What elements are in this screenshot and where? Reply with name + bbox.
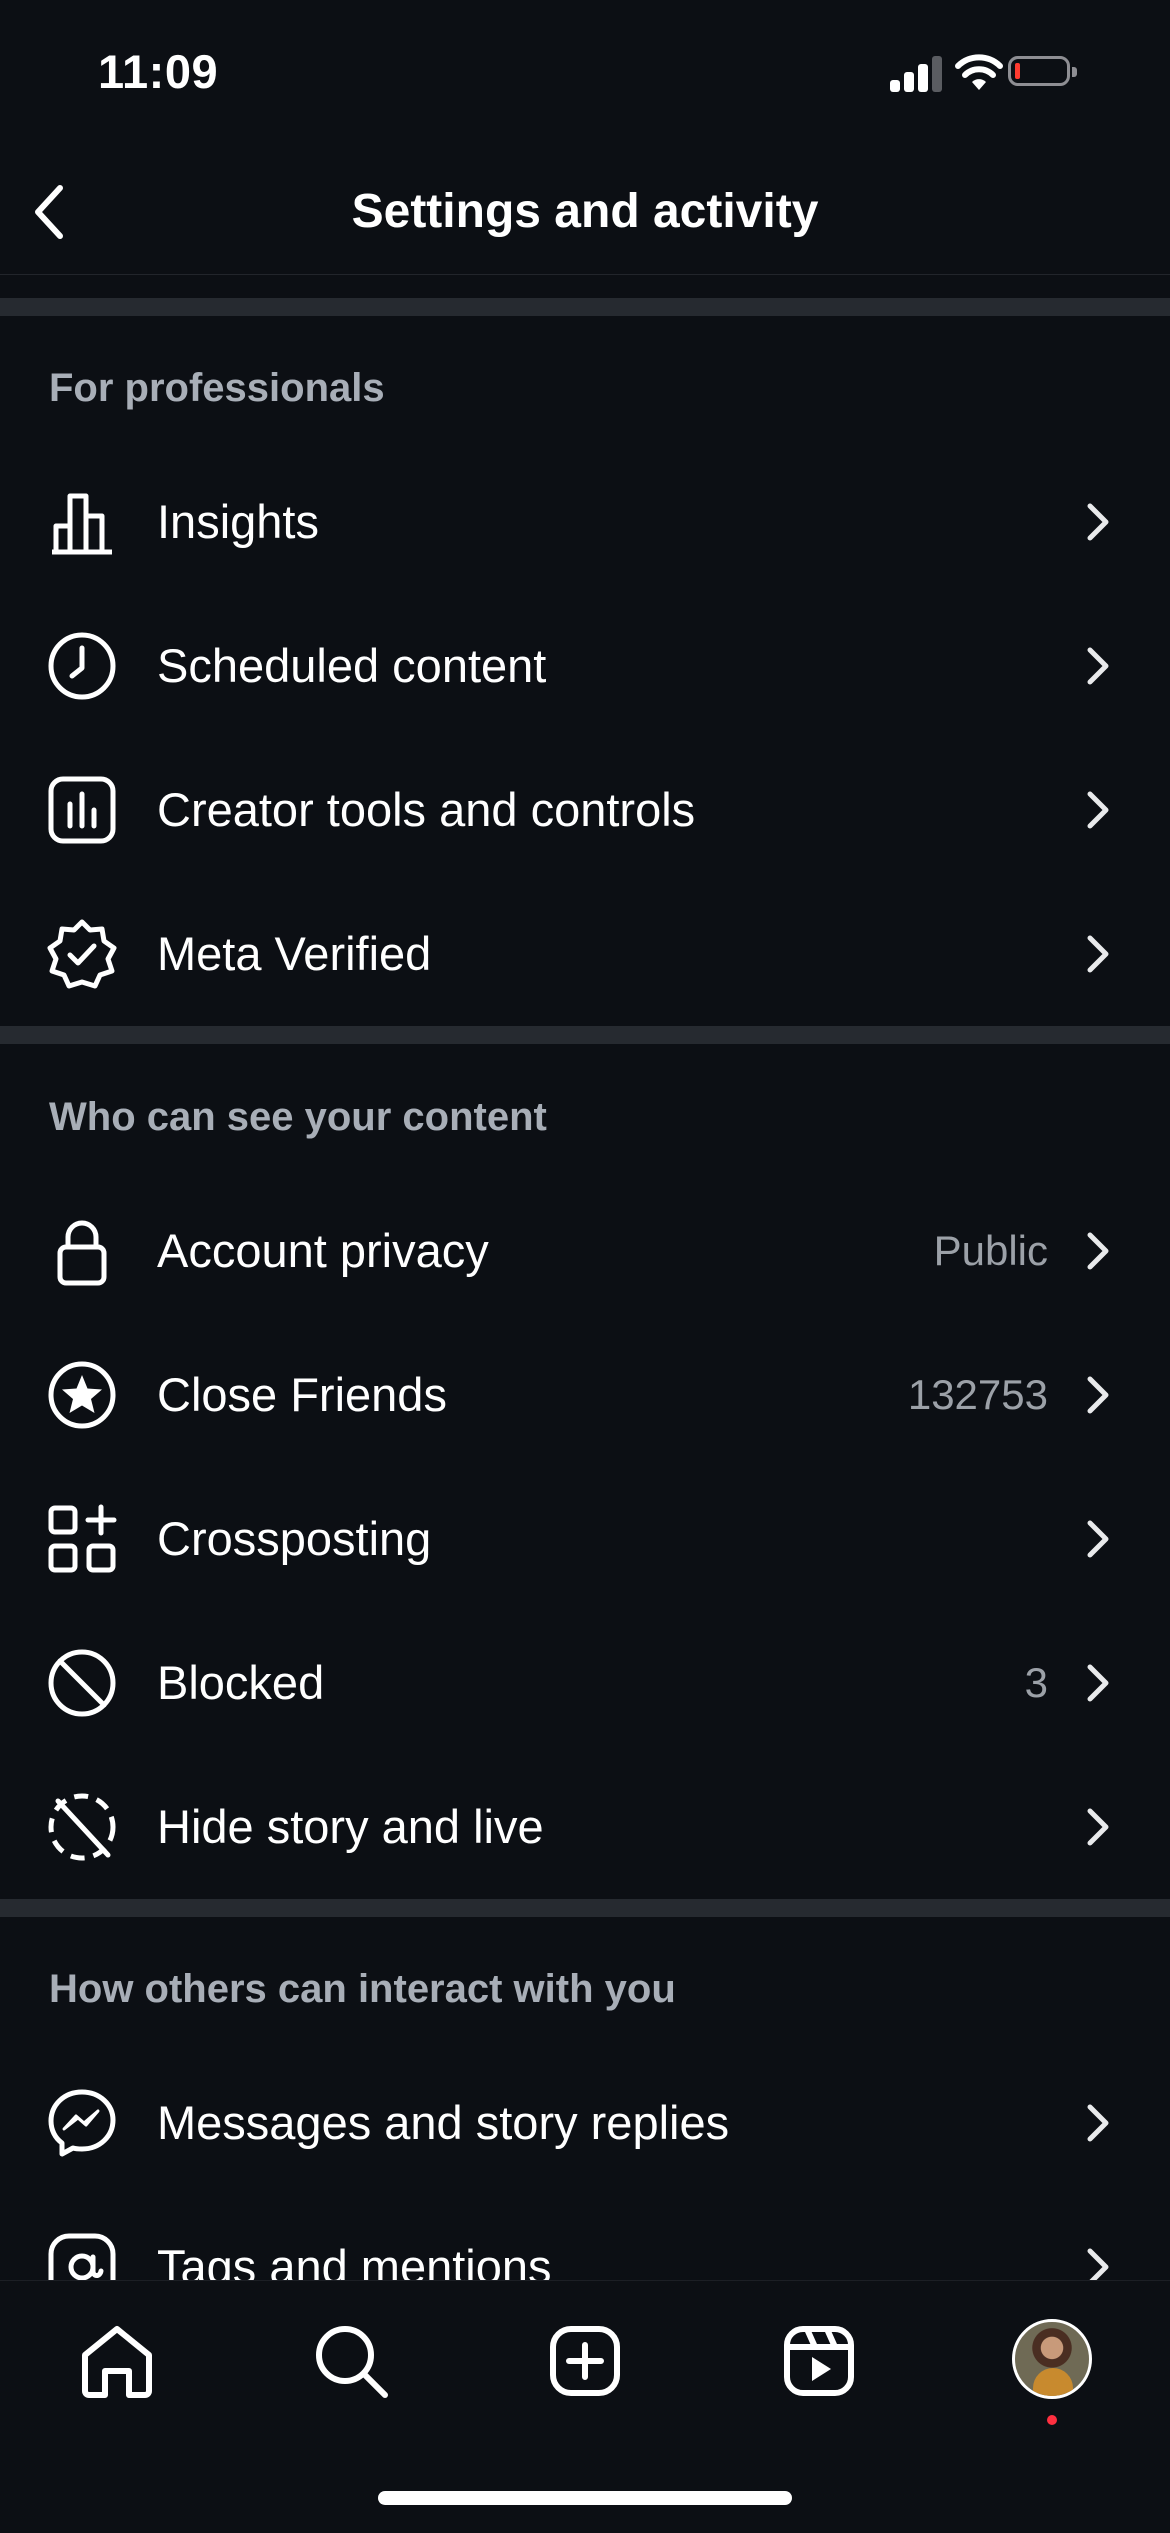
menu-item-crossposting[interactable]: Crossposting (0, 1467, 1170, 1611)
chevron-right-icon (1087, 503, 1109, 541)
messenger-icon (48, 2089, 116, 2157)
section-title-who-can-see: Who can see your content (49, 1095, 547, 1139)
menu-item-label: Account privacy (157, 1224, 489, 1277)
creator-tools-icon (48, 776, 116, 844)
menu-item-label: Blocked (157, 1656, 325, 1709)
menu-item-label: Hide story and live (157, 1800, 544, 1853)
tab-home[interactable] (77, 2321, 157, 2401)
tab-create[interactable] (545, 2321, 625, 2401)
status-time: 11:09 (98, 45, 219, 98)
menu-item-label: Crossposting (157, 1512, 432, 1565)
battery-icon (1008, 56, 1077, 86)
page-title: Settings and activity (351, 185, 819, 238)
crossposting-icon (48, 1504, 117, 1573)
chevron-right-icon (1087, 647, 1109, 685)
header: Settings and activity (0, 150, 1170, 275)
menu-item-meta-verified[interactable]: Meta Verified (0, 882, 1170, 1026)
create-icon (550, 2326, 620, 2396)
section-divider (0, 1026, 1170, 1044)
chevron-right-icon (1087, 1232, 1109, 1270)
menu-item-scheduled-content[interactable]: Scheduled content (0, 594, 1170, 738)
star-circle-icon (48, 1361, 116, 1429)
reels-icon (784, 2326, 854, 2396)
menu-item-label: Creator tools and controls (157, 783, 696, 836)
menu-item-messages[interactable]: Messages and story replies (0, 2051, 1170, 2195)
section-title-for-professionals: For professionals (49, 366, 385, 410)
clock-icon (48, 632, 116, 700)
home-indicator (378, 2491, 792, 2505)
cellular-signal-icon (890, 54, 944, 92)
menu-item-label: Messages and story replies (157, 2096, 730, 2149)
tab-search[interactable] (311, 2321, 391, 2401)
tab-reels[interactable] (779, 2321, 859, 2401)
wifi-icon (955, 54, 1003, 90)
menu-item-account-privacy[interactable]: Account privacy Public (0, 1179, 1170, 1323)
section-title-how-others-interact: How others can interact with you (49, 1967, 676, 2011)
chevron-right-icon (1087, 935, 1109, 973)
search-icon (316, 2326, 388, 2398)
menu-item-insights[interactable]: Insights (0, 450, 1170, 594)
menu-item-label: Insights (157, 495, 319, 548)
notification-dot (1047, 2415, 1057, 2425)
blocked-icon (48, 1649, 116, 1717)
chevron-right-icon (1087, 2104, 1109, 2142)
menu-item-close-friends[interactable]: Close Friends 132753 (0, 1323, 1170, 1467)
verified-badge-icon (47, 919, 117, 989)
chevron-right-icon (1087, 791, 1109, 829)
menu-item-value: 132753 (907, 1371, 1048, 1418)
profile-avatar[interactable] (1012, 2319, 1092, 2399)
chevron-right-icon (1087, 1376, 1109, 1414)
menu-item-creator-tools[interactable]: Creator tools and controls (0, 738, 1170, 882)
menu-item-blocked[interactable]: Blocked 3 (0, 1611, 1170, 1755)
menu-item-hide-story[interactable]: Hide story and live (0, 1755, 1170, 1899)
menu-item-label: Scheduled content (157, 639, 547, 692)
menu-item-label: Meta Verified (157, 927, 432, 980)
section-divider (0, 298, 1170, 316)
menu-item-value: 3 (1024, 1659, 1048, 1706)
bar-chart-icon (52, 493, 112, 555)
home-icon (82, 2326, 152, 2398)
status-bar: 11:09 (0, 0, 1170, 150)
section-divider (0, 1899, 1170, 1917)
menu-item-value: Public (933, 1227, 1048, 1274)
lock-icon (57, 1220, 107, 1286)
chevron-right-icon (1087, 1664, 1109, 1702)
chevron-right-icon (1087, 1520, 1109, 1558)
menu-item-label: Close Friends (157, 1368, 447, 1421)
hide-story-icon (48, 1793, 116, 1861)
chevron-right-icon (1087, 1808, 1109, 1846)
